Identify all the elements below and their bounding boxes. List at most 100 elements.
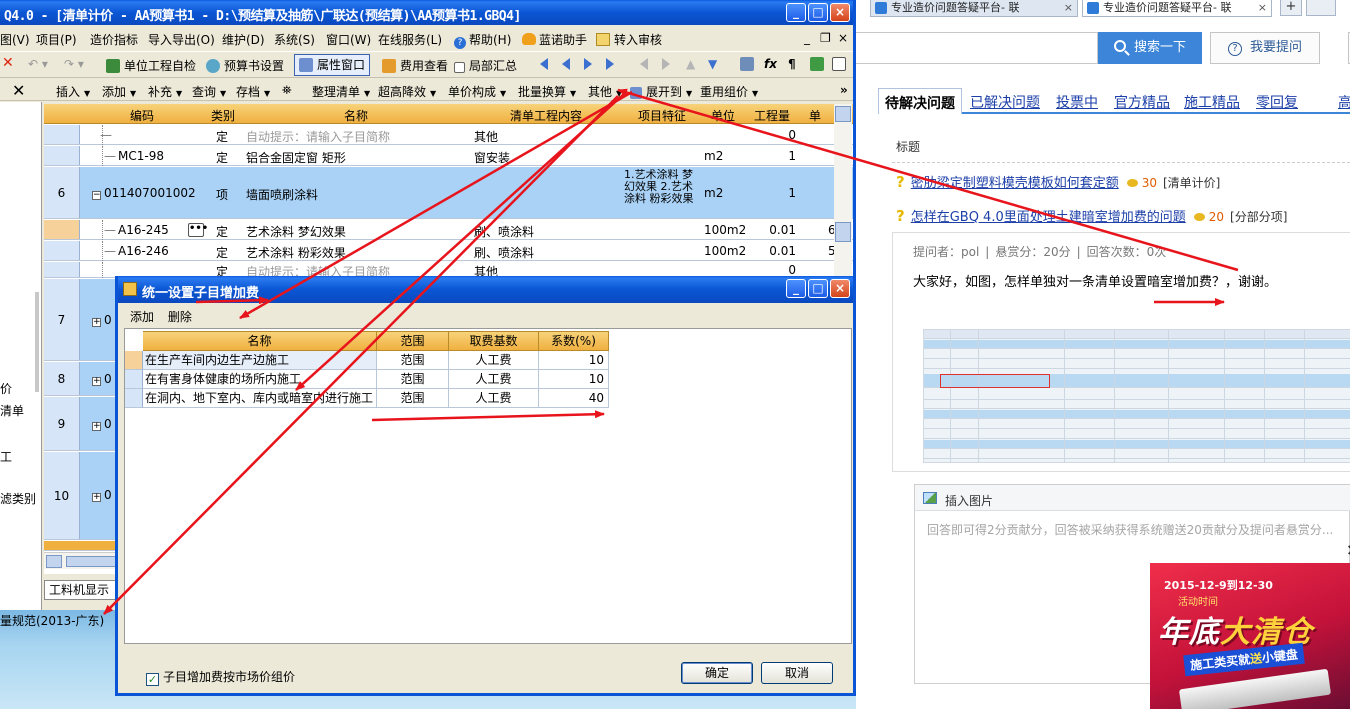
scroll-thumb[interactable]	[835, 222, 851, 242]
table-row[interactable]: — MC1-98 定 铝合金固定窗 矩形 窗安装 m2 1	[44, 146, 853, 166]
menu-window[interactable]: 窗口(W)	[326, 31, 371, 48]
list-icon[interactable]	[832, 57, 850, 71]
dialog-title-bar[interactable]: 统一设置子目增加费 _ □ ×	[118, 276, 853, 303]
other-button[interactable]: 其他 ▼	[588, 83, 622, 100]
table-row[interactable]: — A16-246 定 艺术涂料 粉彩效果 刷、喷涂料 100m2 0.01 5	[44, 241, 853, 261]
batch-convert-button[interactable]: 批量换算 ▼	[518, 83, 576, 100]
prev-record-icon[interactable]	[562, 58, 570, 70]
insert-picture-button[interactable]: 插入图片	[945, 492, 993, 509]
menu-view[interactable]: 图(V)	[0, 31, 30, 48]
menu-import-export[interactable]: 导入导出(O)	[148, 31, 215, 48]
property-window-toggle[interactable]: 属性窗口	[294, 54, 370, 76]
mdi-restore-button[interactable]: ❐	[820, 31, 831, 45]
picture-icon[interactable]	[923, 492, 937, 504]
close-button[interactable]: ×	[830, 3, 850, 22]
mdi-minimize-button[interactable]: _	[804, 31, 810, 45]
expand-icon[interactable]: +	[92, 377, 101, 386]
search-button[interactable]: 搜索一下	[1098, 32, 1202, 64]
menu-assistant[interactable]: 蓝诺助手	[522, 31, 587, 48]
cancel-button[interactable]: 取消	[761, 662, 833, 684]
move-right-icon[interactable]	[662, 58, 670, 70]
screenshot-thumbnail[interactable]	[923, 329, 1350, 463]
tab-voting[interactable]: 投票中	[1056, 92, 1098, 112]
dialog-minimize-button[interactable]: _	[786, 279, 806, 298]
budget-settings-button[interactable]: 预算书设置	[206, 57, 284, 74]
dialog-maximize-button[interactable]: □	[808, 279, 828, 298]
expand-icon[interactable]: +	[92, 493, 101, 502]
new-tab-button[interactable]: +	[1280, 0, 1302, 16]
browser-tab-1[interactable]: 专业造价问题答疑平台- 联 ×	[870, 0, 1078, 17]
search-input[interactable]	[856, 32, 1098, 64]
redo-icon[interactable]: ↷ ▾	[64, 57, 84, 71]
menu-maintain[interactable]: 维护(D)	[222, 31, 265, 48]
menu-project[interactable]: 项目(P)	[36, 31, 77, 48]
table-row[interactable]: — 定 自动提示：请输入子目简称 其他 0	[44, 125, 853, 145]
expand-icon[interactable]: +	[92, 318, 101, 327]
tab-pending[interactable]: 待解决问题	[878, 88, 962, 114]
expand-to-button[interactable]: 展开到 ▼	[630, 83, 692, 100]
mdi-close-button[interactable]: ×	[838, 31, 848, 45]
tab-construction-picks[interactable]: 施工精品	[1184, 92, 1240, 112]
left-pane-scrollbar[interactable]	[35, 292, 39, 392]
first-record-icon[interactable]	[540, 58, 548, 70]
formula-icon[interactable]: fx	[764, 57, 777, 71]
close-tab-icon[interactable]: ×	[1258, 0, 1267, 15]
height-reduction-button[interactable]: 超高降效 ▼	[378, 83, 436, 100]
tab-zero-reply[interactable]: 零回复	[1256, 92, 1298, 112]
question-link[interactable]: 密肋梁定制塑料模壳模板如何套定额	[911, 176, 1119, 191]
reuse-pricing-button[interactable]: 重用组价 ▼	[700, 83, 758, 100]
unit-price-button[interactable]: 单价构成 ▼	[448, 83, 506, 100]
dialog-add-button[interactable]: 添加	[130, 310, 154, 324]
dialog-delete-button[interactable]: 删除	[168, 310, 192, 324]
fee-view-button[interactable]: 费用查看	[382, 57, 448, 74]
last-record-icon[interactable]	[606, 58, 614, 70]
archive-button[interactable]: 存档 ▼	[236, 83, 270, 100]
unit-self-check-button[interactable]: 单位工程自检	[106, 57, 196, 74]
add-button[interactable]: 添加 ▼	[102, 83, 136, 100]
query-button[interactable]: 查询 ▼	[192, 83, 226, 100]
scroll-up-icon[interactable]	[835, 106, 851, 122]
move-left-icon[interactable]	[640, 58, 648, 70]
table-row[interactable]: 6 −011407001002 项 墙面喷刷涂料 1.艺术涂料 梦幻效果 2.艺…	[44, 167, 853, 219]
tab-official-picks[interactable]: 官方精品	[1114, 92, 1170, 112]
minimize-button[interactable]: _	[786, 3, 806, 22]
expand-icon[interactable]: +	[92, 422, 101, 431]
close-tab-icon[interactable]: ×	[1064, 0, 1073, 15]
menu-cost-index[interactable]: 造价指标	[90, 31, 138, 48]
menu-online[interactable]: 在线服务(L)	[378, 31, 442, 48]
more-options-button[interactable]: •••	[188, 223, 208, 237]
menu-system[interactable]: 系统(S)	[274, 31, 315, 48]
paragraph-icon[interactable]: ¶	[788, 57, 796, 71]
organize-list-button[interactable]: 整理清单 ▼	[312, 83, 370, 100]
ok-button[interactable]: 确定	[681, 662, 753, 684]
undo-icon[interactable]: ↶ ▾	[28, 57, 48, 71]
collapse-icon[interactable]: −	[92, 191, 101, 200]
menu-help[interactable]: ? 帮助(H)	[454, 31, 511, 49]
title-bar[interactable]: Q4.0 - [清单计价 - AA预算书1 - D:\预结算及抽筋\广联达(预结…	[0, 0, 853, 25]
browser-tab-2[interactable]: 专业造价问题答疑平台- 联 ×	[1082, 0, 1272, 17]
move-down-icon[interactable]: ▼	[708, 57, 717, 71]
tab-list-button[interactable]	[1306, 0, 1336, 16]
tab-solved[interactable]: 已解决问题	[970, 92, 1040, 112]
menu-audit[interactable]: 转入审核	[596, 31, 662, 48]
next-record-icon[interactable]	[584, 58, 592, 70]
dialog-close-button[interactable]: ×	[830, 279, 850, 298]
partial-summary-toggle[interactable]: 局部汇总	[454, 57, 517, 74]
insert-button[interactable]: 插入 ▼	[56, 83, 90, 100]
cube-icon[interactable]	[810, 57, 828, 71]
close-panel-icon[interactable]: ✕	[12, 81, 25, 100]
binoculars-icon[interactable]: ⛯	[282, 83, 292, 98]
ask-question-button[interactable]: ? 我要提问	[1210, 32, 1320, 64]
close-ad-icon[interactable]: ×	[1346, 540, 1350, 559]
delete-icon[interactable]: ✕	[2, 55, 14, 71]
material-display-tab[interactable]: 工料机显示	[44, 580, 118, 600]
supplement-button[interactable]: 补充 ▼	[148, 83, 182, 100]
overflow-icon[interactable]: »	[840, 83, 848, 97]
table-row[interactable]: — A16-245 ••• 定 艺术涂料 梦幻效果 刷、喷涂料 100m2 0.…	[44, 220, 853, 240]
scroll-left-icon[interactable]	[46, 555, 62, 568]
maximize-button[interactable]: □	[808, 3, 828, 22]
calculator-icon[interactable]	[740, 57, 758, 71]
tab-more[interactable]: 高	[1338, 92, 1350, 112]
move-up-icon[interactable]: ▲	[686, 57, 695, 71]
market-price-checkbox[interactable]: ✓ 子目增加费按市场价组价	[146, 668, 295, 686]
